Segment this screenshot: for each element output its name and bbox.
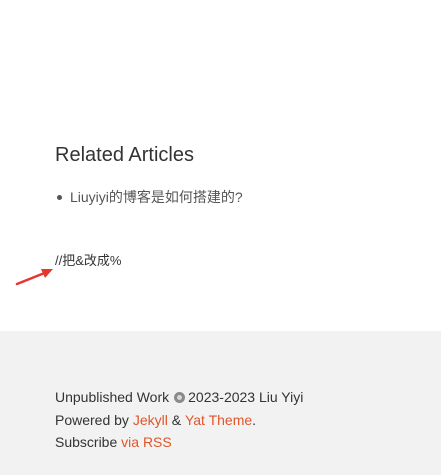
- footer-copyright-line: Unpublished Work 2023-2023 Liu Yiyi: [55, 387, 303, 407]
- subscribe-prefix: Subscribe: [55, 434, 118, 450]
- related-articles-list: Liuyiyi的博客是如何搭建的?: [55, 187, 243, 207]
- footer-powered-line: Powered by Jekyll & Yat Theme.: [55, 410, 256, 430]
- list-item: Liuyiyi的博客是如何搭建的?: [55, 187, 243, 207]
- red-arrow-icon: [15, 269, 53, 286]
- main-content: Related Articles Liuyiyi的博客是如何搭建的? //把&改…: [0, 0, 441, 331]
- amp-text: &: [171, 412, 182, 428]
- footer-subscribe-line: Subscribe via RSS: [55, 432, 172, 452]
- period-text: .: [252, 412, 257, 428]
- creative-commons-icon: [174, 391, 186, 403]
- powered-prefix: Powered by: [55, 412, 129, 428]
- rss-link[interactable]: via RSS: [121, 432, 172, 452]
- related-articles-heading: Related Articles: [55, 144, 194, 166]
- copyright-text: 2023-2023 Liu Yiyi: [188, 389, 304, 405]
- bullet-icon: [57, 194, 62, 200]
- annotation-note: //把&改成%: [55, 253, 122, 268]
- jekyll-link[interactable]: Jekyll: [133, 410, 168, 430]
- related-article-link[interactable]: Liuyiyi的博客是如何搭建的?: [70, 187, 243, 207]
- license-text: Unpublished Work: [55, 389, 170, 405]
- yat-theme-link[interactable]: Yat Theme: [185, 410, 252, 430]
